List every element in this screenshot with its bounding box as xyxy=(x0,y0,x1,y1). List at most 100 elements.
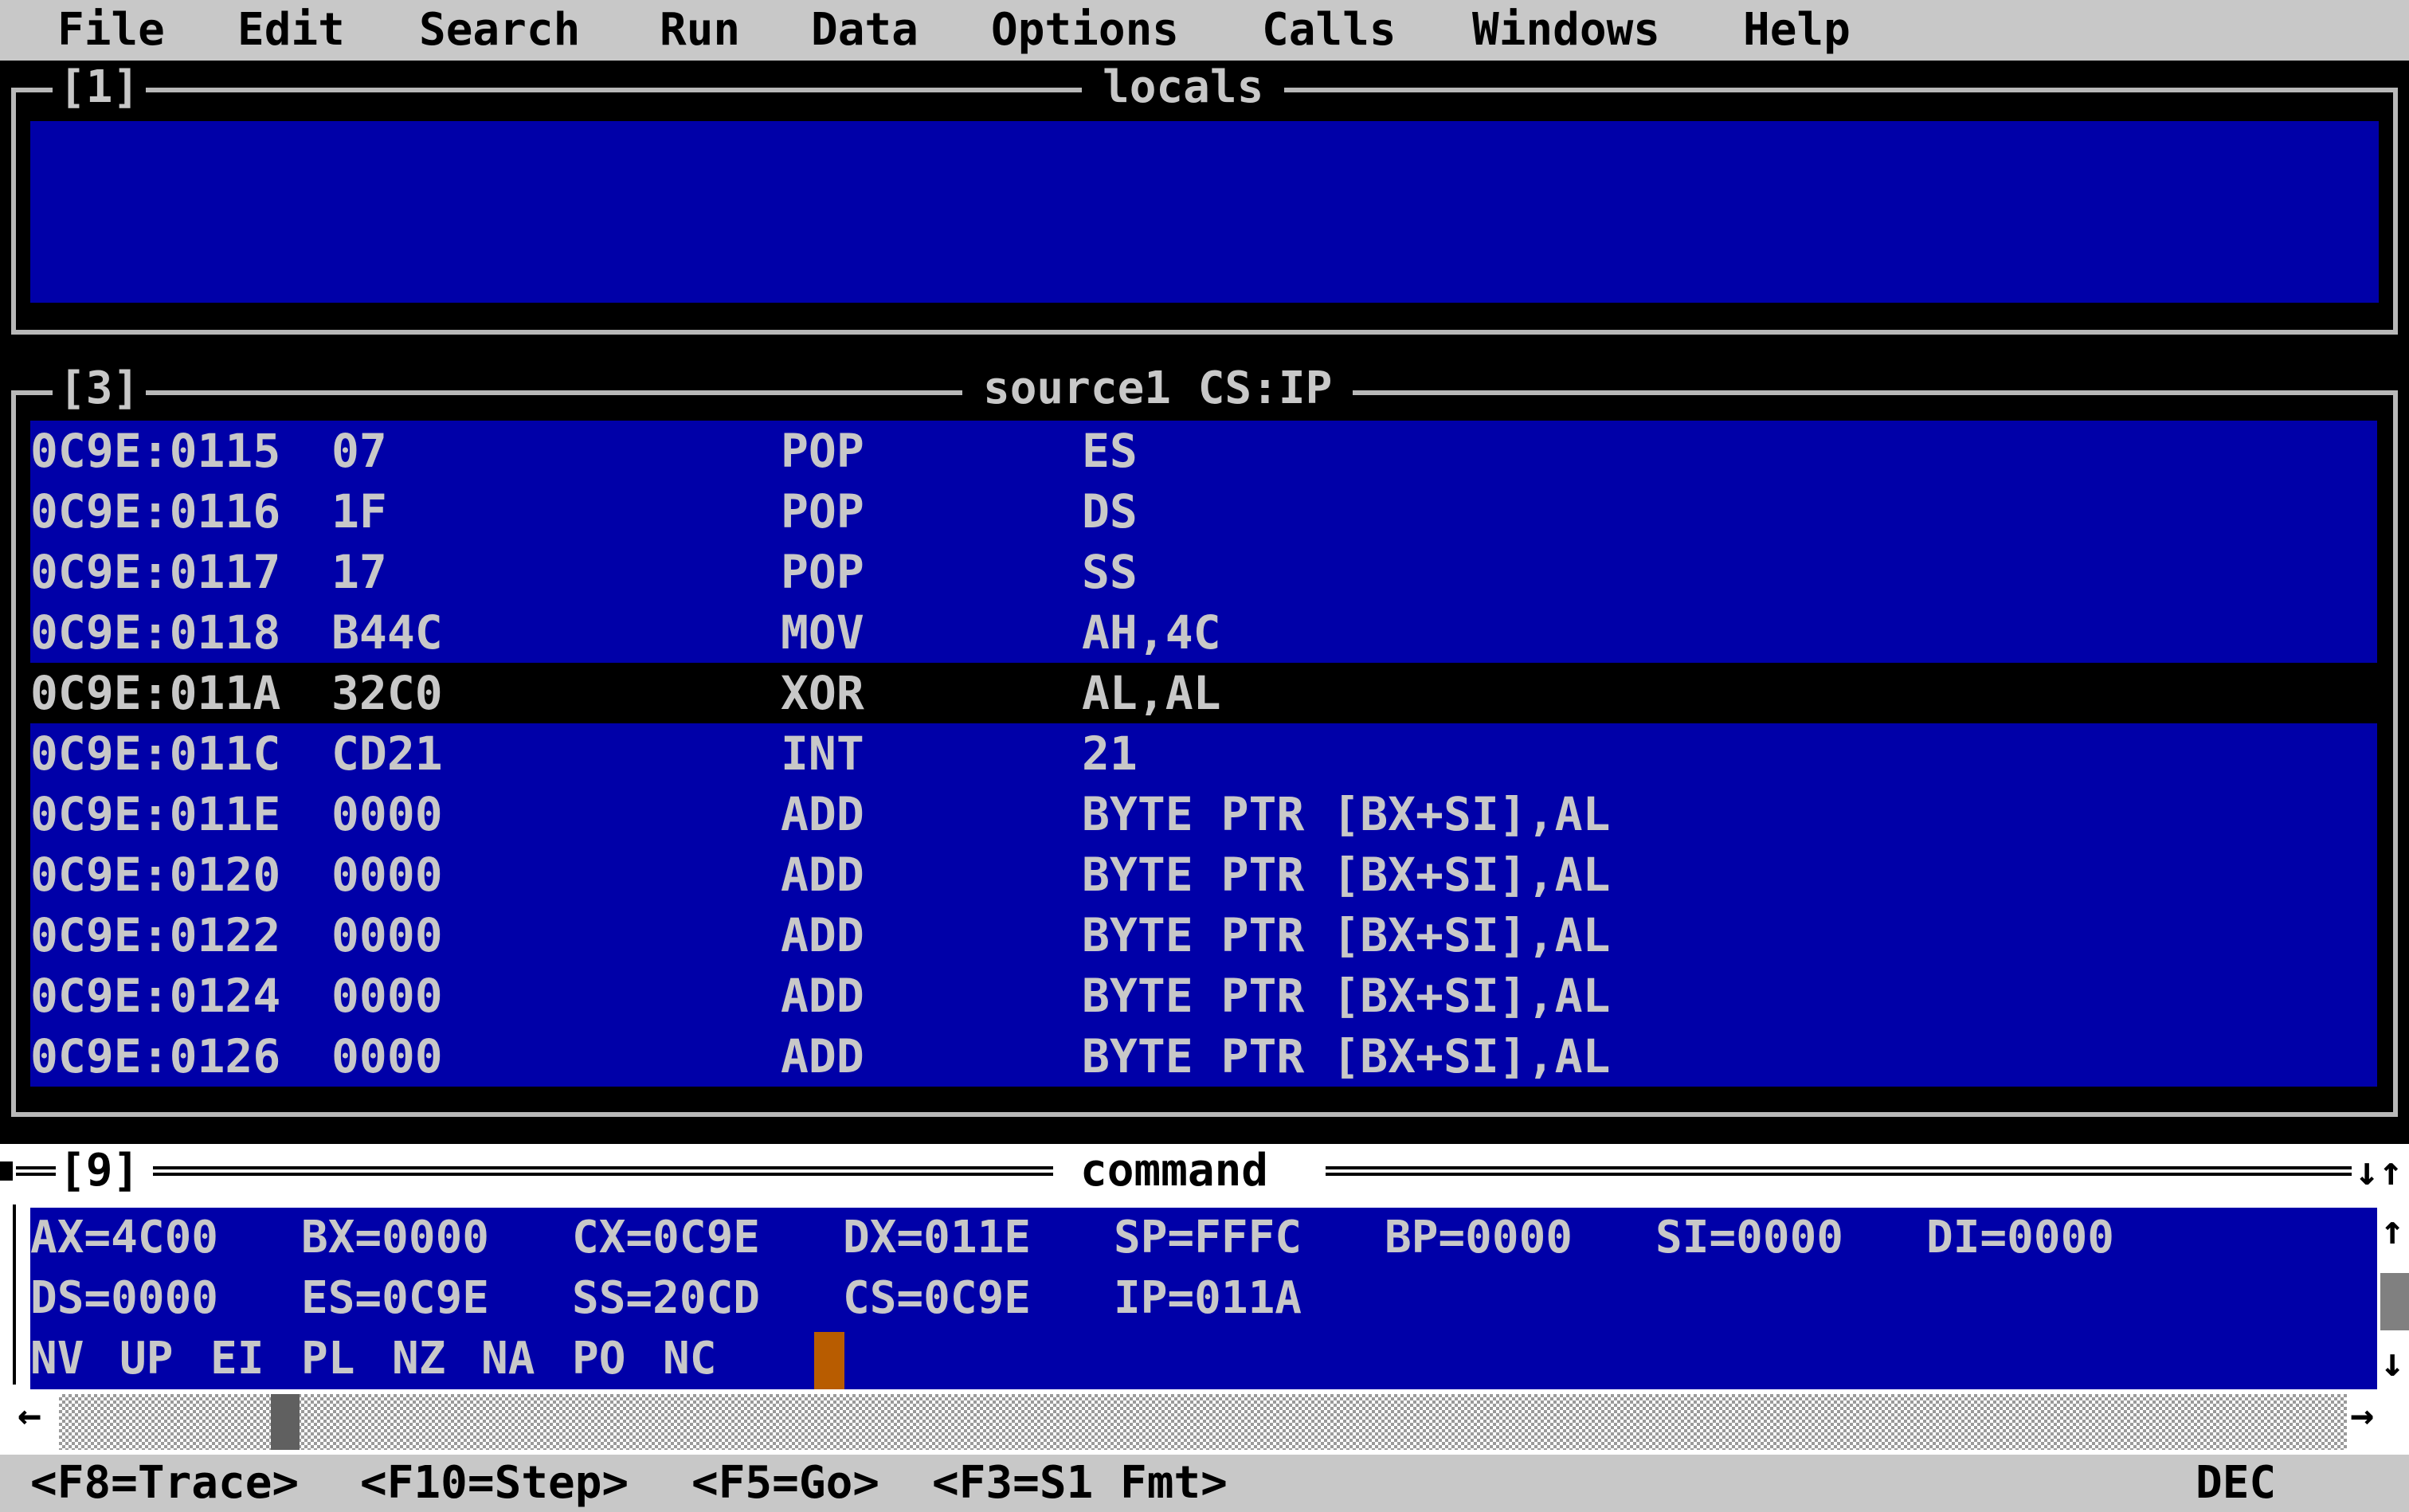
source-operands: BYTE PTR [BX+SI],AL xyxy=(1082,1029,1611,1083)
source-mnemonic: INT xyxy=(781,727,864,781)
source-line[interactable]: 0C9E:0117 17 POP SS xyxy=(30,542,2377,602)
source-bytes: B44C xyxy=(331,605,443,660)
arrow-down-icon[interactable]: ↓ xyxy=(2380,1340,2404,1385)
command-window-title: command xyxy=(1080,1145,1269,1197)
source-operands: AH,4C xyxy=(1082,605,1221,660)
menu-options[interactable]: Options xyxy=(991,5,1179,56)
source-address: 0C9E:011A xyxy=(30,666,281,720)
source-line[interactable]: 0C9E:0122 0000 ADD BYTE PTR [BX+SI],AL xyxy=(30,905,2377,966)
source-mnemonic: XOR xyxy=(781,666,864,720)
locals-pane[interactable] xyxy=(30,121,2379,303)
source-bytes: 0000 xyxy=(331,848,443,902)
source-operands: 21 xyxy=(1082,727,1138,781)
command-cursor xyxy=(814,1332,844,1389)
source-mnemonic: MOV xyxy=(781,605,864,660)
register-value: CS=0C9E xyxy=(843,1272,1032,1324)
horizontal-scrollbar[interactable]: ← → xyxy=(0,1389,2409,1455)
menu-search[interactable]: Search xyxy=(419,5,580,56)
source-address: 0C9E:0116 xyxy=(30,484,281,539)
vertical-scrollbar[interactable]: ↑ ↓ xyxy=(2377,1208,2409,1389)
source-mnemonic: ADD xyxy=(781,848,864,902)
source-line[interactable]: 0C9E:0120 0000 ADD BYTE PTR [BX+SI],AL xyxy=(30,844,2377,905)
source-mnemonic: ADD xyxy=(781,1029,864,1083)
source-address: 0C9E:0117 xyxy=(30,545,281,599)
source-operands: BYTE PTR [BX+SI],AL xyxy=(1082,787,1611,841)
command-output-pane[interactable]: AX=4C00 BX=0000 CX=0C9E DX=011E SP=FFFC BP=00… xyxy=(30,1208,2377,1389)
source-line[interactable]: 0C9E:011E 0000 ADD BYTE PTR [BX+SI],AL xyxy=(30,784,2377,844)
cpu-flag: NZ xyxy=(392,1333,446,1385)
register-value: DS=0000 xyxy=(30,1272,219,1324)
source-pane[interactable]: 0C9E:0115 07 POP ES 0C9E:0116 1F POP DS 0C9E:011… xyxy=(30,421,2377,1087)
source-line[interactable]: 0C9E:0115 07 POP ES xyxy=(30,421,2377,481)
source-operands: BYTE PTR [BX+SI],AL xyxy=(1082,969,1611,1023)
menu-edit[interactable]: Edit xyxy=(237,5,345,56)
register-value: SI=0000 xyxy=(1655,1212,1844,1263)
cpu-flag: NC xyxy=(663,1333,717,1385)
source-operands: BYTE PTR [BX+SI],AL xyxy=(1082,848,1611,902)
radix-mode-indicator: DEC xyxy=(2196,1457,2277,1509)
source-line[interactable]: 0C9E:011C CD21 INT 21 xyxy=(30,723,2377,784)
register-value: SP=FFFC xyxy=(1114,1212,1302,1263)
register-value: SS=20CD xyxy=(572,1272,761,1324)
vertical-scroll-thumb[interactable] xyxy=(2380,1273,2409,1330)
source-address: 0C9E:0122 xyxy=(30,908,281,962)
cpu-flag: NV xyxy=(30,1333,84,1385)
source-address: 0C9E:0120 xyxy=(30,848,281,902)
source-line[interactable]: 0C9E:0118 B44C MOV AH,4C xyxy=(30,602,2377,663)
source-address: 0C9E:0124 xyxy=(30,969,281,1023)
cpu-flag: PL xyxy=(301,1333,355,1385)
source-operands: ES xyxy=(1082,424,1138,478)
register-value: IP=011A xyxy=(1114,1272,1302,1324)
status-bar: <F8=Trace> <F10=Step> <F5=Go> <F3=S1 Fmt… xyxy=(0,1455,2409,1512)
source-bytes: 0000 xyxy=(331,908,443,962)
arrow-up-icon[interactable]: ↑ xyxy=(2380,1208,2404,1252)
menu-run[interactable]: Run xyxy=(660,5,740,56)
register-value: DX=011E xyxy=(843,1212,1032,1263)
cpu-flag: PO xyxy=(572,1333,626,1385)
window-close-box[interactable] xyxy=(0,1161,13,1181)
source-address: 0C9E:0126 xyxy=(30,1029,281,1083)
source-operands: AL,AL xyxy=(1082,666,1221,720)
source-line-current[interactable]: 0C9E:011A 32C0 XOR AL,AL xyxy=(30,663,2377,723)
source-window-title: source1 CS:IP xyxy=(962,365,1353,413)
register-value: BP=0000 xyxy=(1385,1212,1573,1263)
source-mnemonic: POP xyxy=(781,545,864,599)
source-address: 0C9E:0115 xyxy=(30,424,281,478)
menu-data[interactable]: Data xyxy=(811,5,919,56)
command-window[interactable]: [9] command ↓↑ AX=4C00 BX=0000 CX=0C9E DX=0… xyxy=(0,1144,2409,1455)
command-window-number: [9] xyxy=(59,1145,140,1197)
source-bytes: 1F xyxy=(331,484,387,539)
f5-go-key[interactable]: <F5=Go> xyxy=(691,1458,879,1509)
source-bytes: 0000 xyxy=(331,1029,443,1083)
menu-help[interactable]: Help xyxy=(1743,5,1851,56)
down-up-arrows-icon[interactable]: ↓↑ xyxy=(2355,1149,2403,1193)
horizontal-scroll-thumb[interactable] xyxy=(271,1394,300,1450)
horizontal-scroll-track[interactable] xyxy=(59,1394,2347,1450)
register-value: ES=0C9E xyxy=(301,1272,490,1324)
source-bytes: 07 xyxy=(331,424,387,478)
menu-calls[interactable]: Calls xyxy=(1262,5,1396,56)
source-address: 0C9E:0118 xyxy=(30,605,281,660)
arrow-right-icon[interactable]: → xyxy=(2350,1393,2374,1437)
locals-window-number: [1] xyxy=(53,64,147,112)
source-mnemonic: ADD xyxy=(781,908,864,962)
source-operands: DS xyxy=(1082,484,1138,539)
source-line[interactable]: 0C9E:0116 1F POP DS xyxy=(30,481,2377,542)
f10-step-key[interactable]: <F10=Step> xyxy=(360,1458,629,1509)
f3-fmt-key[interactable]: <F3=S1 Fmt> xyxy=(932,1458,1228,1509)
menu-windows[interactable]: Windows xyxy=(1472,5,1660,56)
source-line[interactable]: 0C9E:0124 0000 ADD BYTE PTR [BX+SI],AL xyxy=(30,966,2377,1026)
arrow-left-icon[interactable]: ← xyxy=(18,1393,41,1437)
source-mnemonic: POP xyxy=(781,424,864,478)
source-mnemonic: ADD xyxy=(781,969,864,1023)
f8-trace-key[interactable]: <F8=Trace> xyxy=(30,1458,299,1509)
register-value: CX=0C9E xyxy=(572,1212,761,1263)
menu-file[interactable]: File xyxy=(57,5,165,56)
source-window-number: [3] xyxy=(53,365,147,413)
source-line[interactable]: 0C9E:0126 0000 ADD BYTE PTR [BX+SI],AL xyxy=(30,1026,2377,1087)
cpu-flag: EI xyxy=(210,1333,264,1385)
source-bytes: CD21 xyxy=(331,727,443,781)
source-address: 0C9E:011E xyxy=(30,787,281,841)
register-value: DI=0000 xyxy=(1926,1212,2115,1263)
source-address: 0C9E:011C xyxy=(30,727,281,781)
